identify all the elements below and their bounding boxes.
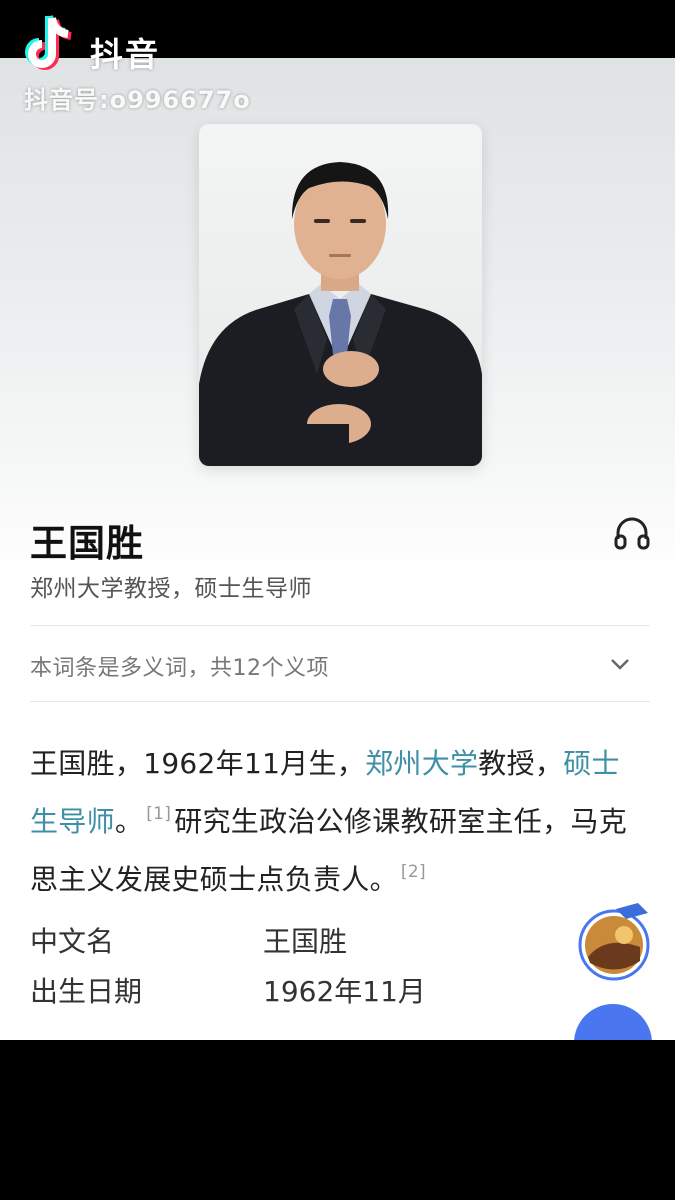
chevron-down-icon[interactable] — [608, 654, 632, 674]
summary-paragraph: 王国胜，1962年11月生，郑州大学教授，硕士生导师。 [1] 研究生政治公修课教研… — [30, 738, 645, 905]
ai-assistant-avatar-button[interactable] — [576, 901, 652, 981]
video-frame: 王国胜 郑州大学教授，硕士生导师 本词条是多义词，共12个义项 王国胜，1962… — [0, 0, 675, 1200]
watermark-brand: 抖音 — [90, 35, 160, 74]
summary-text: 王国胜，1962年11月生， — [30, 747, 366, 780]
reference-1[interactable]: [1] — [146, 804, 171, 824]
divider — [30, 701, 650, 702]
entry-subtitle: 郑州大学教授，硕士生导师 — [30, 576, 312, 602]
portrait-image — [199, 124, 482, 466]
polysemy-note[interactable]: 本词条是多义词，共12个义项 — [30, 650, 329, 682]
infobox-key: 出生日期 — [30, 975, 143, 1008]
infobox-value: 王国胜 — [263, 925, 348, 958]
headphones-icon[interactable] — [612, 513, 652, 553]
douyin-logo-icon — [25, 15, 72, 70]
baike-screen: 王国胜 郑州大学教授，硕士生导师 本词条是多义词，共12个义项 王国胜，1962… — [0, 58, 675, 1040]
link-zhengzhou-university[interactable]: 郑州大学 — [365, 747, 478, 780]
reference-2[interactable]: [2] — [401, 862, 426, 882]
summary-text: 。 — [114, 805, 144, 838]
summary-text: 教授， — [478, 747, 564, 780]
watermark-account-id: 抖音号:o996677o — [24, 86, 251, 114]
toc-float-button[interactable]: 目录 — [574, 1004, 652, 1040]
toc-float-label: 目录 — [590, 1034, 634, 1040]
infobox-key: 中文名 — [30, 925, 115, 958]
divider — [30, 625, 650, 626]
infobox-value: 1962年11月 — [263, 975, 426, 1008]
entry-title: 王国胜 — [30, 522, 144, 565]
